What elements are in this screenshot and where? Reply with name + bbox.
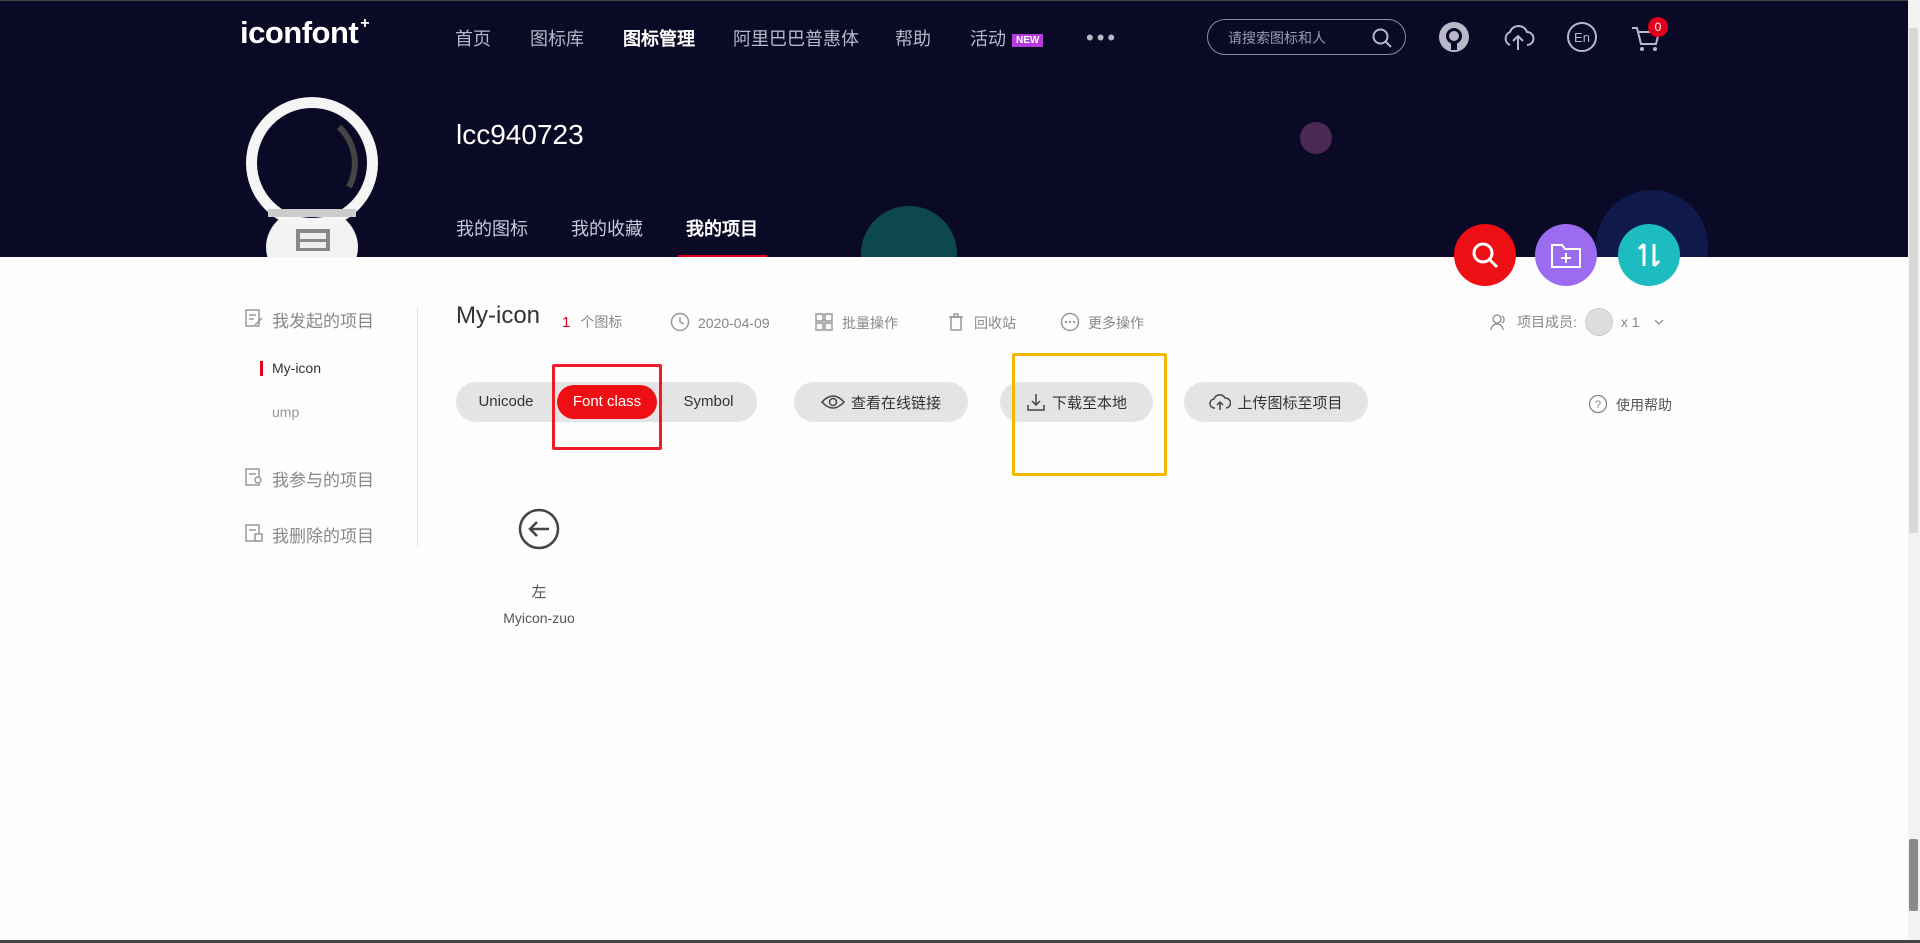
logo-plus: + (360, 14, 370, 32)
active-project-marker (260, 361, 263, 376)
more-menu-icon[interactable]: ••• (1086, 25, 1118, 51)
deleted-doc-icon (245, 524, 263, 542)
scrollbar-widget[interactable] (1909, 839, 1918, 911)
help-label: 使用帮助 (1616, 397, 1672, 413)
clock-icon (670, 312, 690, 332)
sidebar-divider (417, 307, 418, 547)
active-tab-underline (678, 255, 767, 257)
language-en-icon[interactable]: En (1565, 20, 1599, 54)
icon-card[interactable]: 左 Myicon-zuo (480, 500, 598, 626)
upload-label: 上传图标至项目 (1237, 394, 1343, 412)
nav-activity-label: 活动 (970, 29, 1006, 49)
icon-count: 1 个图标 (562, 312, 622, 332)
upload-cloud-icon (1209, 394, 1232, 410)
grid-icon (815, 313, 833, 331)
members-count: x 1 (1620, 314, 1640, 330)
new-project-button[interactable] (1535, 224, 1597, 286)
search-box (1207, 19, 1406, 55)
view-link-label: 查看在线链接 (850, 394, 941, 412)
tab-my-icons[interactable]: 我的图标 (456, 215, 528, 241)
iconfont-logo[interactable]: iconfont + (240, 14, 370, 51)
new-badge: NEW (1012, 34, 1044, 47)
sidebar-section-label: 我参与的项目 (272, 471, 374, 490)
edit-doc-icon (245, 309, 263, 327)
project-date: 2020-04-09 (670, 312, 770, 332)
search-icon (1472, 242, 1499, 269)
cart-count-badge: 0 (1648, 17, 1668, 37)
more-circle-icon (1060, 312, 1080, 332)
members-icon (1490, 314, 1505, 331)
eye-icon (820, 395, 845, 409)
highlight-box-download (1012, 353, 1167, 476)
upload-icon-button[interactable]: 上传图标至项目 (1184, 382, 1368, 422)
folder-add-icon (1551, 244, 1581, 268)
usage-help-link[interactable]: ? 使用帮助 (1588, 394, 1672, 415)
sort-button[interactable] (1618, 224, 1680, 286)
tab-my-favorites[interactable]: 我的收藏 (571, 215, 643, 241)
date-text: 2020-04-09 (698, 315, 770, 331)
svg-text:En: En (1574, 30, 1590, 45)
mode-unicode[interactable]: Unicode (466, 382, 546, 422)
icon-name: 左 (531, 584, 547, 601)
sidebar-project-ump[interactable]: ump (272, 404, 299, 420)
search-icon[interactable] (1371, 27, 1393, 49)
project-members[interactable]: 项目成员: x 1 (1489, 308, 1666, 336)
logo-text: iconfont (240, 15, 359, 50)
search-project-button[interactable] (1454, 224, 1516, 286)
profile-username: lcc940723 (456, 119, 584, 150)
decorative-planet (1300, 122, 1332, 154)
sidebar-section-label: 我删除的项目 (272, 527, 374, 546)
batch-operation-button[interactable]: 批量操作 (814, 312, 898, 333)
icon-class-code: Myicon-zuo (503, 610, 575, 626)
svg-text:?: ? (1595, 399, 1601, 411)
trash-icon (949, 313, 963, 331)
recycle-bin-button[interactable]: 回收站 (946, 312, 1016, 333)
sidebar-project-my-icon[interactable]: My-icon (272, 360, 321, 376)
icon-count-number: 1 (562, 314, 571, 331)
icon-count-unit: 个图标 (580, 314, 623, 330)
nav-alibaba-font[interactable]: 阿里巴巴普惠体 (733, 25, 859, 51)
view-online-link-button[interactable]: 查看在线链接 (794, 382, 968, 422)
decorative-planet (861, 206, 957, 257)
arrow-left-circle-icon (518, 508, 560, 550)
question-circle-icon: ? (1588, 394, 1608, 414)
top-navbar: iconfont + 首页 图标库 图标管理 阿里巴巴普惠体 帮助 活动 NEW •… (0, 1, 1920, 73)
members-label: 项目成员: (1517, 314, 1577, 330)
sort-arrows-icon (1637, 242, 1661, 268)
nav-home[interactable]: 首页 (455, 25, 491, 51)
recycle-label: 回收站 (974, 315, 1016, 331)
search-input[interactable] (1228, 28, 1368, 48)
more-operations-button[interactable]: 更多操作 (1060, 312, 1144, 333)
more-ops-label: 更多操作 (1088, 315, 1144, 331)
upload-cloud-icon[interactable] (1501, 20, 1535, 54)
nav-icon-management[interactable]: 图标管理 (623, 25, 695, 51)
nav-activity[interactable]: 活动 NEW (970, 25, 1044, 51)
project-title: My-icon (456, 302, 541, 329)
chevron-down-icon (1654, 319, 1664, 326)
github-icon[interactable] (1437, 20, 1471, 54)
highlight-box-font-class (552, 364, 662, 450)
mode-symbol[interactable]: Symbol (666, 382, 751, 422)
nav-icon-library[interactable]: 图标库 (530, 25, 584, 51)
astronaut-avatar[interactable] (244, 97, 380, 257)
user-doc-icon (245, 468, 262, 486)
scrollbar-thumb[interactable] (1909, 28, 1918, 533)
member-avatar (1584, 308, 1613, 336)
tab-my-projects[interactable]: 我的项目 (686, 215, 758, 241)
nav-help[interactable]: 帮助 (895, 25, 931, 51)
profile-header: iconfont + 首页 图标库 图标管理 阿里巴巴普惠体 帮助 活动 NEW •… (0, 0, 1920, 257)
batch-label: 批量操作 (842, 315, 898, 331)
sidebar-section-label: 我发起的项目 (272, 312, 374, 331)
